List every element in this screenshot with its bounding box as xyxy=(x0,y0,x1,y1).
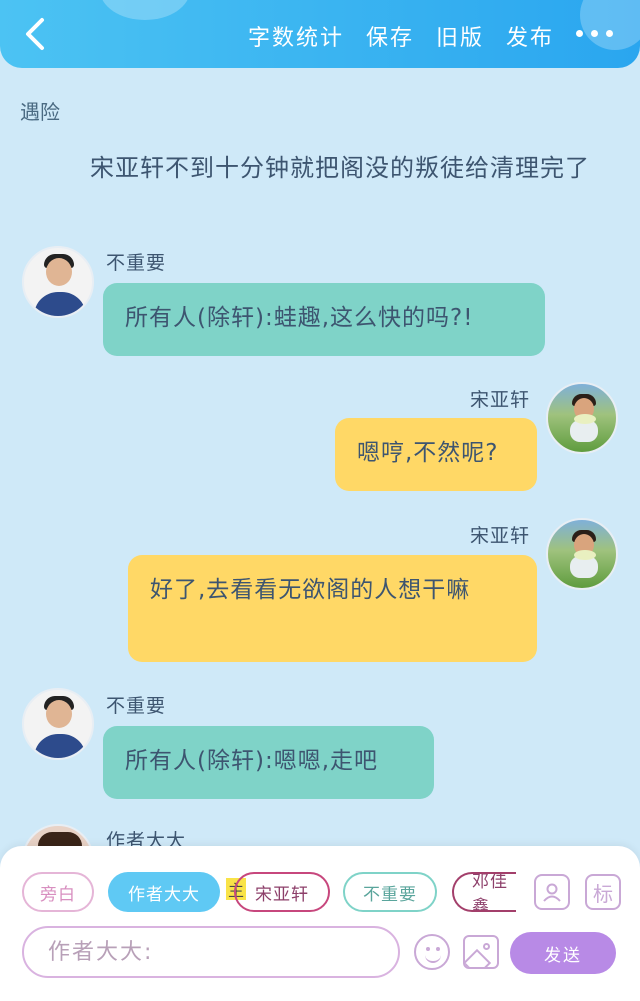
chapter-title: 遇险 xyxy=(20,100,60,124)
chip-dengjiaxin[interactable]: 邓佳鑫 xyxy=(452,872,516,912)
speaker-name: 不重要 xyxy=(106,252,167,274)
avatar-songyaxuan[interactable] xyxy=(546,382,618,454)
chip-buzhongyao[interactable]: 不重要 xyxy=(343,872,437,912)
emoji-icon[interactable] xyxy=(414,934,450,970)
more-dots-icon[interactable] xyxy=(576,26,616,40)
speaker-name: 不重要 xyxy=(106,695,167,717)
narration-text: 宋亚轩不到十分钟就把阁没的叛徒给清理完了 xyxy=(90,154,590,182)
message-bubble[interactable]: 嗯哼,不然呢? xyxy=(335,418,537,491)
chip-songyaxuan[interactable]: 宋亚轩 xyxy=(234,872,330,912)
chevron-left-icon[interactable] xyxy=(18,14,54,54)
chip-narration[interactable]: 旁白 xyxy=(22,872,94,912)
message-bubble[interactable]: 所有人(除轩):嗯嗯,走吧 xyxy=(103,726,434,799)
old-version-button[interactable]: 旧版 xyxy=(436,20,484,52)
chip-author[interactable]: 作者大大 xyxy=(108,872,220,912)
word-count-button[interactable]: 字数统计 xyxy=(248,20,344,52)
avatar-buzhongyao[interactable] xyxy=(22,688,94,760)
decor-bubble xyxy=(100,0,190,20)
save-button[interactable]: 保存 xyxy=(366,20,414,52)
top-bar: 字数统计 保存 旧版 发布 xyxy=(0,0,640,68)
message-input[interactable] xyxy=(22,926,400,978)
person-icon[interactable] xyxy=(534,874,570,910)
message-bubble[interactable]: 所有人(除轩):蛙趣,这么快的吗?! xyxy=(103,283,545,356)
publish-button[interactable]: 发布 xyxy=(506,20,554,52)
avatar-buzhongyao[interactable] xyxy=(22,246,94,318)
message-bubble[interactable]: 好了,去看看无欲阁的人想干嘛 xyxy=(128,555,537,662)
header-actions: 字数统计 保存 旧版 发布 xyxy=(248,20,554,52)
speaker-name: 宋亚轩 xyxy=(470,525,531,547)
send-button[interactable]: 发送 xyxy=(510,932,616,974)
speaker-name: 宋亚轩 xyxy=(470,389,531,411)
decor-bubble xyxy=(580,0,640,50)
avatar-songyaxuan[interactable] xyxy=(546,518,618,590)
tag-button[interactable]: 标 xyxy=(585,874,621,910)
image-icon[interactable] xyxy=(463,935,499,969)
